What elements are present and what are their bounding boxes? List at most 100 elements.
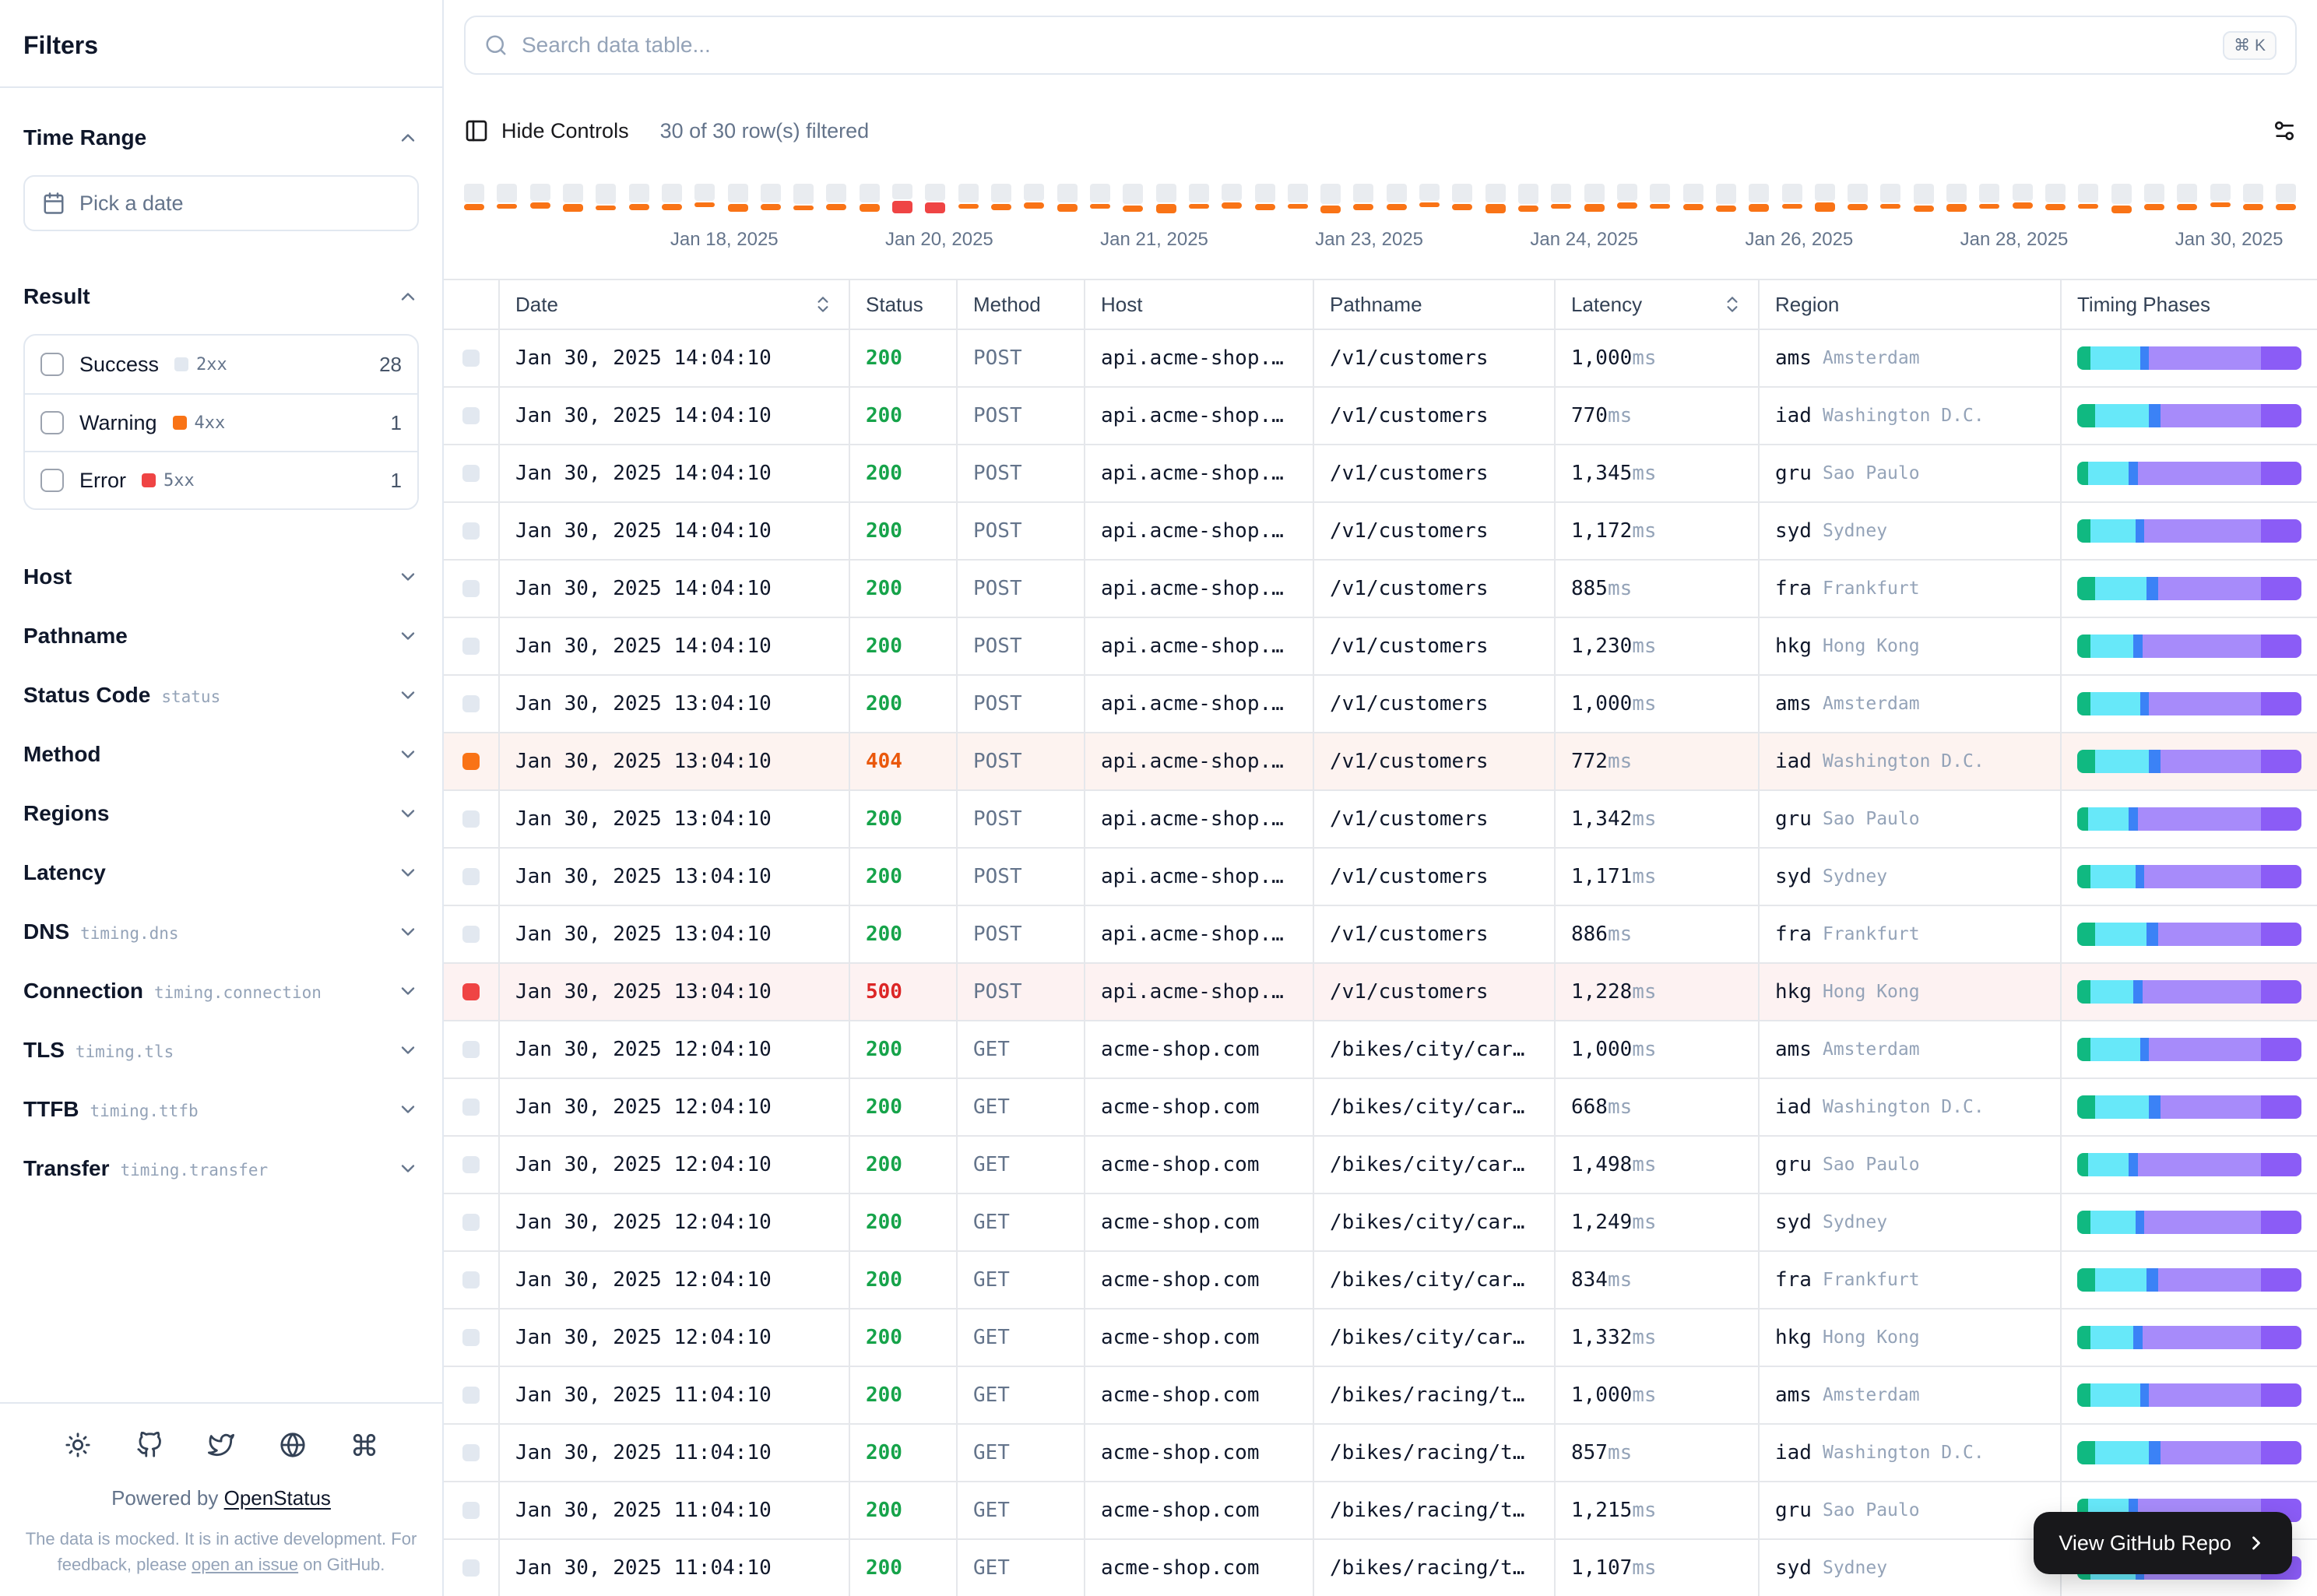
histogram-bar[interactable] [694, 184, 715, 207]
row-indicator-cell[interactable] [444, 1079, 500, 1135]
sort-icon[interactable] [813, 294, 833, 315]
row-indicator-cell[interactable] [444, 791, 500, 847]
histogram-bar[interactable] [2242, 184, 2263, 210]
row-indicator-cell[interactable] [444, 1540, 500, 1596]
histogram-bar[interactable] [1353, 184, 1374, 210]
histogram-bar[interactable] [1650, 184, 1671, 209]
histogram-bar[interactable] [596, 184, 617, 210]
histogram-bar[interactable] [1880, 184, 1901, 209]
histogram-bar[interactable] [1518, 184, 1538, 212]
table-row[interactable]: Jan 30, 2025 14:04:10 200 POST api.acme-sho… [444, 388, 2317, 445]
filter-section-tls[interactable]: TLS timing.tls [23, 1021, 419, 1080]
histogram-bar[interactable] [1781, 184, 1802, 209]
row-indicator-cell[interactable] [444, 1194, 500, 1250]
table-row[interactable]: Jan 30, 2025 14:04:10 200 POST api.acme-sho… [444, 561, 2317, 618]
histogram-bar[interactable] [1024, 184, 1045, 209]
row-indicator-cell[interactable] [444, 1137, 500, 1193]
column-header-latency[interactable]: Latency [1556, 280, 1760, 329]
openstatus-link[interactable]: OpenStatus [224, 1486, 331, 1510]
table-row[interactable]: Jan 30, 2025 12:04:10 200 GET acme-shop.com… [444, 1021, 2317, 1079]
twitter-icon[interactable] [208, 1432, 234, 1458]
view-github-repo-button[interactable]: View GitHub Repo [2034, 1512, 2292, 1574]
table-row[interactable]: Jan 30, 2025 13:04:10 200 POST api.acme-sho… [444, 791, 2317, 849]
table-row[interactable]: Jan 30, 2025 12:04:10 200 GET acme-shop.com… [444, 1137, 2317, 1194]
table-row[interactable]: Jan 30, 2025 13:04:10 404 POST api.acme-sho… [444, 733, 2317, 791]
row-indicator-cell[interactable] [444, 388, 500, 444]
histogram-bar[interactable] [464, 184, 484, 210]
column-header-date[interactable]: Date [500, 280, 850, 329]
table-row[interactable]: Jan 30, 2025 12:04:10 200 GET acme-shop.com… [444, 1194, 2317, 1252]
checkbox[interactable] [40, 353, 64, 376]
histogram-bar[interactable] [628, 184, 649, 210]
histogram-bar[interactable] [760, 184, 781, 210]
search-input[interactable] [522, 33, 2210, 58]
table-row[interactable]: Jan 30, 2025 13:04:10 200 POST api.acme-sho… [444, 849, 2317, 906]
histogram-bar[interactable] [1287, 184, 1308, 209]
histogram-bar[interactable] [1749, 184, 1770, 212]
command-icon[interactable] [351, 1432, 378, 1458]
filter-section-regions[interactable]: Regions [23, 784, 419, 843]
filter-section-pathname[interactable]: Pathname [23, 606, 419, 666]
histogram-bar[interactable] [1320, 184, 1341, 213]
row-indicator-cell[interactable] [444, 849, 500, 905]
table-row[interactable]: Jan 30, 2025 14:04:10 200 POST api.acme-sho… [444, 618, 2317, 676]
row-indicator-cell[interactable] [444, 330, 500, 386]
row-indicator-cell[interactable] [444, 1021, 500, 1077]
table-row[interactable]: Jan 30, 2025 12:04:10 200 GET acme-shop.com… [444, 1252, 2317, 1309]
histogram-bar[interactable] [2012, 184, 2033, 209]
row-indicator-cell[interactable] [444, 1482, 500, 1538]
row-indicator-cell[interactable] [444, 1309, 500, 1366]
filter-section-transfer[interactable]: Transfer timing.transfer [23, 1139, 419, 1198]
histogram-bar[interactable] [497, 184, 518, 209]
histogram-bar[interactable] [2143, 184, 2164, 210]
histogram-bar[interactable] [661, 184, 682, 210]
histogram-bar[interactable] [1222, 184, 1243, 209]
histogram-bar[interactable] [991, 184, 1011, 210]
histogram-bar[interactable] [562, 184, 583, 212]
histogram-bar[interactable] [1616, 184, 1637, 209]
histogram-bar[interactable] [1452, 184, 1473, 210]
search-bar[interactable]: ⌘ K [464, 16, 2297, 75]
globe-icon[interactable] [280, 1432, 306, 1458]
table-row[interactable]: Jan 30, 2025 13:04:10 500 POST api.acme-sho… [444, 964, 2317, 1021]
table-row[interactable]: Jan 30, 2025 12:04:10 200 GET acme-shop.com… [444, 1309, 2317, 1367]
row-indicator-cell[interactable] [444, 964, 500, 1020]
histogram-bar[interactable] [2111, 184, 2132, 213]
histogram-bar[interactable] [2045, 184, 2066, 210]
histogram-bar[interactable] [958, 184, 979, 209]
result-option-error[interactable]: Error 5xx 1 [25, 451, 417, 508]
table-row[interactable]: Jan 30, 2025 14:04:10 200 POST api.acme-sho… [444, 445, 2317, 503]
filter-section-method[interactable]: Method [23, 725, 419, 784]
row-indicator-cell[interactable] [444, 503, 500, 559]
histogram-bar[interactable] [826, 184, 847, 210]
histogram-bar[interactable] [1715, 184, 1736, 212]
histogram-bar[interactable] [727, 184, 748, 212]
histogram-bar[interactable] [1946, 184, 1967, 212]
histogram-bar[interactable] [2276, 184, 2297, 210]
row-indicator-cell[interactable] [444, 561, 500, 617]
histogram-bar[interactable] [892, 184, 913, 213]
histogram-bar[interactable] [1584, 184, 1605, 212]
histogram-bar[interactable] [1155, 184, 1176, 213]
filter-section-host[interactable]: Host [23, 547, 419, 606]
histogram-bar[interactable] [2078, 184, 2099, 209]
histogram-bar[interactable] [1913, 184, 1934, 212]
table-row[interactable]: Jan 30, 2025 14:04:10 200 POST api.acme-sho… [444, 503, 2317, 561]
time-range-section-header[interactable]: Time Range [23, 116, 419, 160]
row-indicator-cell[interactable] [444, 676, 500, 732]
histogram-bar[interactable] [1188, 184, 1209, 209]
github-icon[interactable] [136, 1432, 163, 1458]
histogram-bar[interactable] [2177, 184, 2198, 210]
result-option-warning[interactable]: Warning 4xx 1 [25, 393, 417, 451]
histogram-bar[interactable] [1848, 184, 1869, 210]
row-indicator-cell[interactable] [444, 1252, 500, 1308]
histogram-bar[interactable] [793, 184, 814, 210]
table-row[interactable]: Jan 30, 2025 13:04:10 200 POST api.acme-sho… [444, 676, 2317, 733]
histogram-bar[interactable] [2210, 184, 2231, 207]
filter-section-latency[interactable]: Latency [23, 843, 419, 902]
histogram-bar[interactable] [1485, 184, 1506, 213]
open-issue-link[interactable]: open an issue [192, 1555, 298, 1574]
histogram-bar[interactable] [529, 184, 550, 209]
filter-section-connection[interactable]: Connection timing.connection [23, 961, 419, 1021]
checkbox[interactable] [40, 411, 64, 434]
